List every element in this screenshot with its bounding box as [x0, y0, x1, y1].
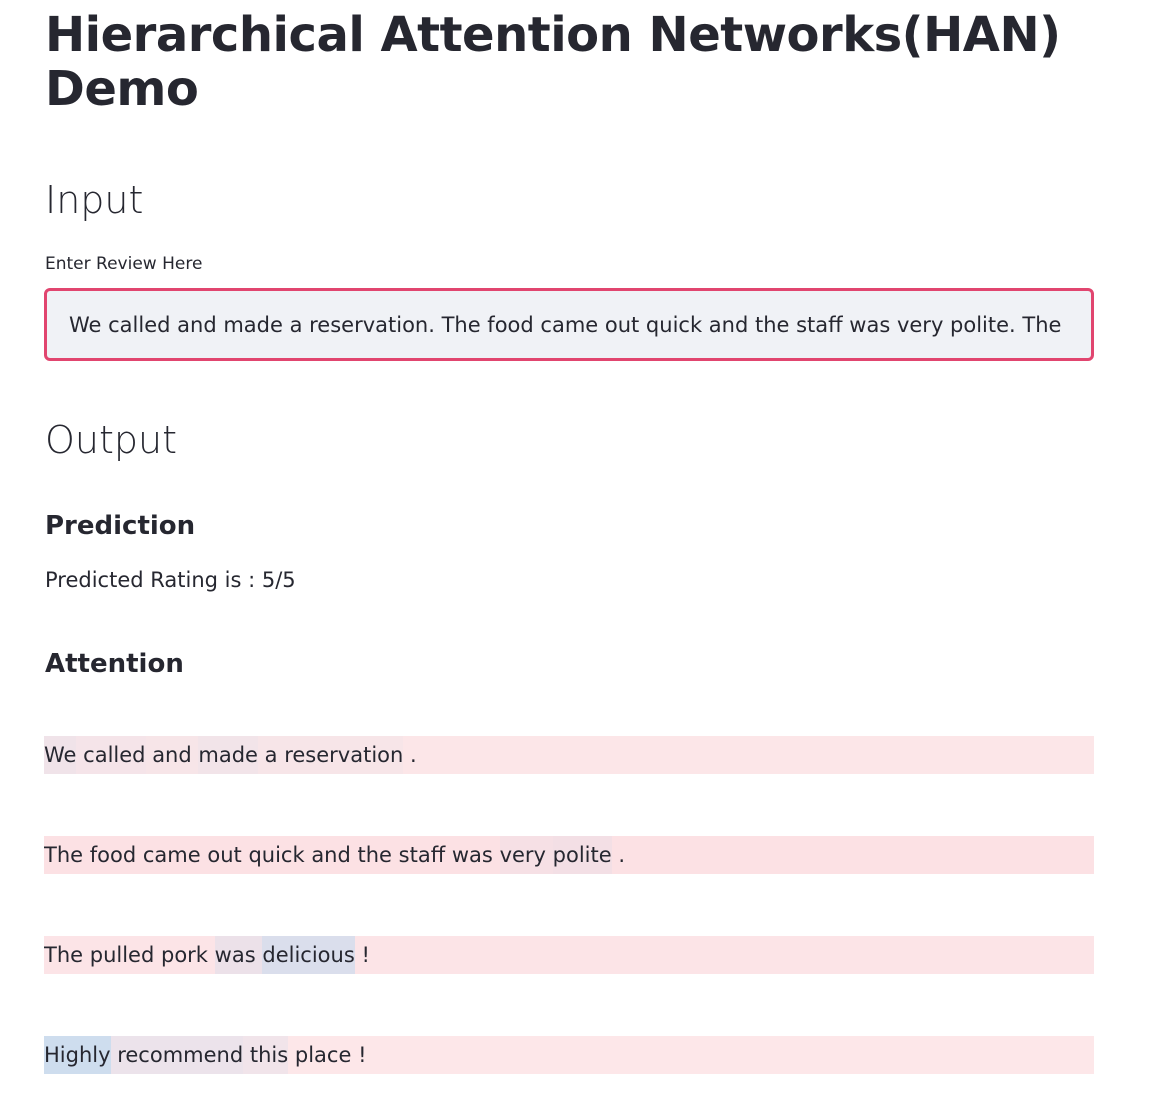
prediction-heading: Prediction [45, 511, 196, 541]
attention-word: and [311, 843, 351, 867]
attention-word: ! [358, 1043, 367, 1067]
attention-heading: Attention [45, 649, 184, 679]
attention-word: called [83, 736, 146, 774]
attention-word: food [89, 843, 137, 867]
attention-word: reservation [284, 736, 404, 774]
attention-word: a [264, 736, 278, 774]
attention-word: pork [161, 943, 208, 967]
attention-word: place [294, 1043, 352, 1067]
attention-word: The [44, 843, 84, 867]
attention-word: Highly [44, 1036, 111, 1074]
review-input-label: Enter Review Here [45, 254, 203, 274]
attention-sentence-row: The pulled pork was delicious ! [44, 936, 1094, 974]
attention-word: staff [398, 843, 446, 867]
attention-word: very [499, 836, 546, 874]
attention-word: . [618, 843, 626, 867]
attention-word: quick [248, 843, 305, 867]
attention-word: . [410, 743, 417, 767]
attention-word: the [357, 843, 392, 867]
input-heading: Input [45, 178, 144, 222]
attention-word: came [142, 843, 201, 867]
attention-word: recommend [117, 1036, 244, 1074]
attention-word: was [451, 843, 493, 867]
attention-word: made [198, 736, 258, 774]
predicted-rating-text: Predicted Rating is : 5/5 [45, 568, 296, 592]
attention-word: ! [361, 943, 370, 967]
attention-word: The [44, 943, 84, 967]
output-heading: Output [45, 418, 177, 462]
page-title: Hierarchical Attention Networks(HAN) Dem… [45, 7, 1061, 117]
attention-word: pulled [89, 943, 155, 967]
attention-word: out [207, 843, 242, 867]
attention-word: and [152, 736, 192, 774]
attention-word: delicious [262, 936, 355, 974]
attention-word: We [44, 736, 77, 774]
attention-word: was [214, 936, 256, 974]
attention-sentence-row: Highly recommend this place ! [44, 1036, 1094, 1074]
attention-sentence-row: The food came out quick and the staff wa… [44, 836, 1094, 874]
attention-sentence-row: We called and made a reservation . [44, 736, 1094, 774]
attention-word: this [249, 1036, 289, 1074]
review-input[interactable] [44, 288, 1094, 361]
app-page: Hierarchical Attention Networks(HAN) Dem… [0, 0, 1164, 1102]
attention-word: polite [552, 836, 612, 874]
